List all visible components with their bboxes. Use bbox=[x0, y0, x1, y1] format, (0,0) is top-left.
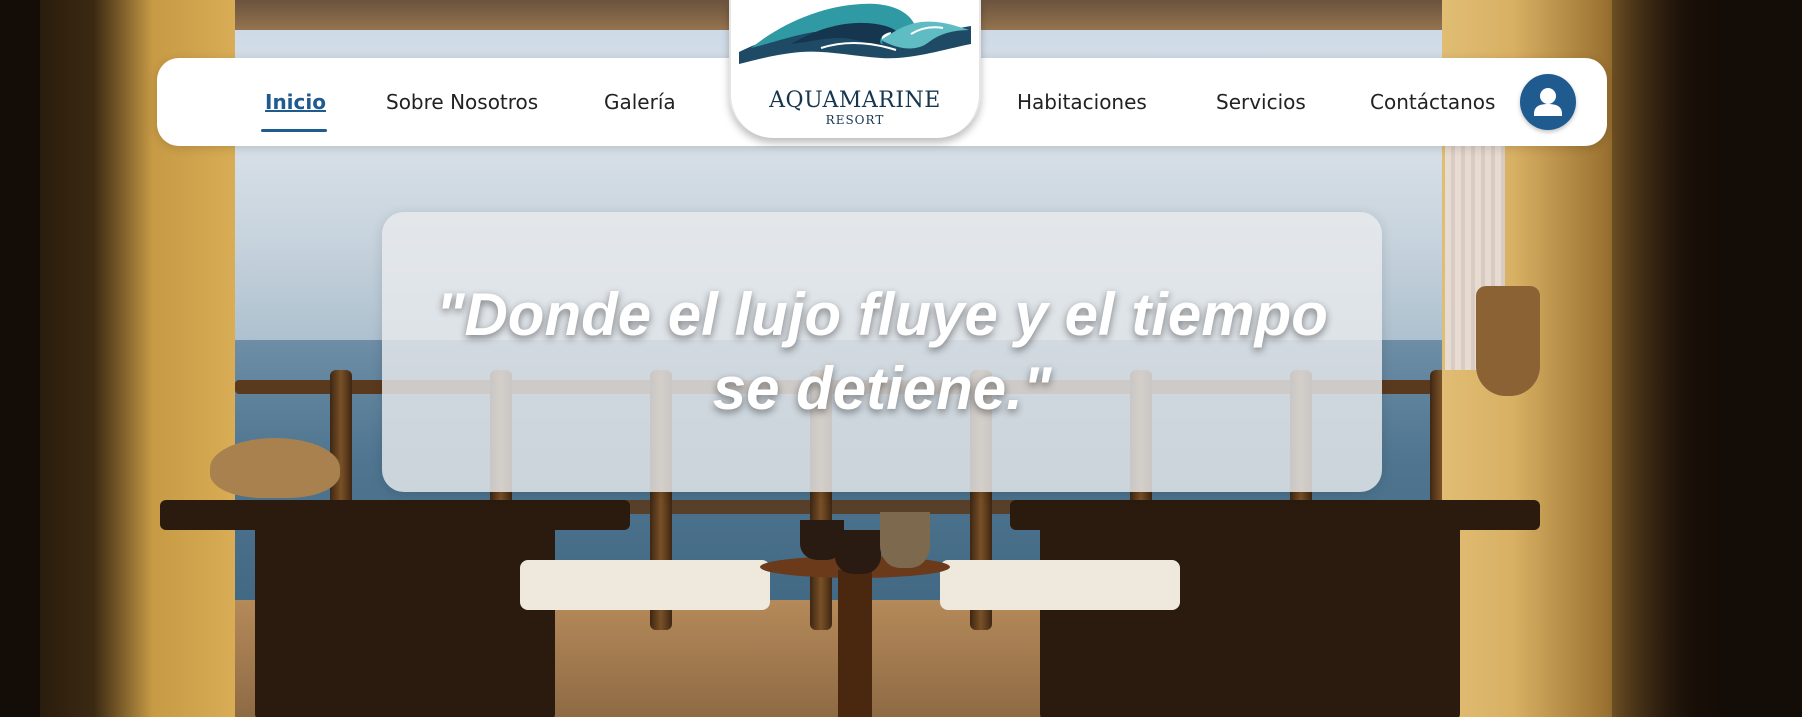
dark-frame-left bbox=[0, 0, 40, 717]
hero-quote: "Donde el lujo fluye y el tiempo se deti… bbox=[436, 281, 1328, 422]
cushion-right bbox=[940, 560, 1180, 610]
side-table-leg bbox=[838, 570, 872, 717]
nav-link-habitaciones[interactable]: Habitaciones bbox=[1017, 58, 1147, 146]
nav-link-galeria[interactable]: Galería bbox=[604, 58, 676, 146]
site-logo[interactable]: AQUAMARINE RESORT bbox=[729, 0, 981, 138]
straw-hat bbox=[210, 438, 340, 498]
logo-name: AQUAMARINE bbox=[769, 88, 941, 113]
nav-link-sobre-nosotros[interactable]: Sobre Nosotros bbox=[386, 58, 538, 146]
nav-link-inicio[interactable]: Inicio bbox=[265, 58, 326, 146]
wave-icon bbox=[739, 3, 971, 64]
lounge-chair-left bbox=[255, 520, 555, 717]
nav-link-servicios[interactable]: Servicios bbox=[1216, 58, 1306, 146]
cushion-left bbox=[520, 560, 770, 610]
lounge-chair-right bbox=[1040, 520, 1460, 717]
hero-quote-card: "Donde el lujo fluye y el tiempo se deti… bbox=[382, 212, 1382, 492]
user-account-button[interactable] bbox=[1520, 74, 1576, 130]
logo-subtitle: RESORT bbox=[825, 113, 885, 127]
hanging-basket bbox=[1476, 286, 1540, 396]
snack-bowl bbox=[835, 530, 881, 574]
nav-link-contactanos[interactable]: Contáctanos bbox=[1370, 58, 1495, 146]
user-icon bbox=[1534, 88, 1562, 116]
ice-bucket bbox=[880, 512, 930, 568]
active-tab-underline bbox=[261, 129, 327, 132]
dark-frame-right bbox=[1612, 0, 1802, 717]
